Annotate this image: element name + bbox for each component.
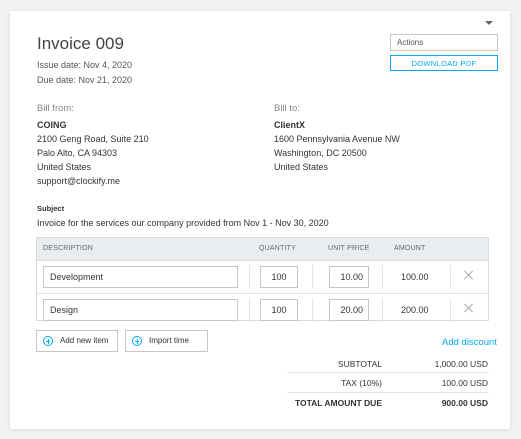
bill-to-name: ClientX xyxy=(274,120,306,130)
bill-to-address1: 1600 Pennsylvania Avenue NW xyxy=(274,134,400,144)
table-row: Design 100 20.00 200.00 xyxy=(37,294,488,326)
add-discount-link[interactable]: Add discount xyxy=(442,337,497,348)
column-unit-price: UNIT PRICE xyxy=(328,245,370,252)
import-time-label: Import time xyxy=(149,336,190,345)
line-items-table: DESCRIPTION QUANTITY UNIT PRICE AMOUNT D… xyxy=(36,237,489,322)
subject-label: Subject xyxy=(37,204,65,213)
unit-price-input[interactable]: 20.00 xyxy=(329,299,369,321)
divider xyxy=(249,265,250,289)
subtotal-label: SUBTOTAL xyxy=(337,359,382,369)
bill-from-email: support@clockify.me xyxy=(37,176,120,186)
bill-from-label: Bill from: xyxy=(37,103,74,114)
tax-value: 100.00 USD xyxy=(441,378,488,388)
subtotal-value: 1,000.00 USD xyxy=(434,359,488,369)
plus-circle-icon xyxy=(132,336,142,346)
quantity-input[interactable]: 100 xyxy=(260,299,298,321)
divider xyxy=(312,265,313,289)
quantity-input[interactable]: 100 xyxy=(260,266,298,288)
divider xyxy=(249,298,250,322)
total-value: 900.00 USD xyxy=(441,398,488,408)
import-time-button[interactable]: Import time xyxy=(125,330,208,352)
close-icon[interactable] xyxy=(464,270,474,280)
column-quantity: QUANTITY xyxy=(259,245,296,252)
bill-from-address2: Palo Alto, CA 94303 xyxy=(37,148,118,158)
plus-circle-icon xyxy=(43,336,53,346)
bill-from-name: COING xyxy=(37,120,67,130)
download-pdf-button[interactable]: DOWNLOAD PDF xyxy=(390,55,498,71)
divider xyxy=(287,372,489,373)
divider xyxy=(382,298,383,322)
close-icon[interactable] xyxy=(464,303,474,313)
unit-price-input[interactable]: 10.00 xyxy=(329,266,369,288)
bill-from-country: United States xyxy=(37,162,92,172)
bill-to-label: Bill to: xyxy=(274,103,300,114)
description-input[interactable]: Development xyxy=(43,266,238,288)
divider xyxy=(382,265,383,289)
divider xyxy=(450,265,451,289)
due-date: Due date: Nov 21, 2020 xyxy=(37,75,133,85)
add-new-item-label: Add new item xyxy=(60,336,109,345)
divider xyxy=(287,392,489,393)
table-row: Development 100 10.00 100.00 xyxy=(37,261,488,294)
chevron-down-icon[interactable] xyxy=(485,21,493,25)
page-title: Invoice 009 xyxy=(37,34,124,53)
add-new-item-button[interactable]: Add new item xyxy=(36,330,118,352)
subject-text[interactable]: Invoice for the services our company pro… xyxy=(37,218,329,228)
total-label: TOTAL AMOUNT DUE xyxy=(294,398,382,408)
bill-to-country: United States xyxy=(274,162,329,172)
column-amount: AMOUNT xyxy=(394,245,426,252)
amount-value: 200.00 xyxy=(401,305,429,315)
bill-from-address1: 2100 Geng Road, Suite 210 xyxy=(37,134,149,144)
table-header: DESCRIPTION QUANTITY UNIT PRICE AMOUNT xyxy=(37,238,488,261)
tax-label: TAX (10%) xyxy=(341,378,382,388)
divider xyxy=(312,298,313,322)
amount-value: 100.00 xyxy=(401,272,429,282)
column-description: DESCRIPTION xyxy=(43,245,94,252)
issue-date: Issue date: Nov 4, 2020 xyxy=(37,60,133,70)
bill-to-address2: Washington, DC 20500 xyxy=(274,148,367,158)
description-input[interactable]: Design xyxy=(43,299,238,321)
actions-dropdown[interactable]: Actions xyxy=(390,34,498,51)
divider xyxy=(450,298,451,322)
